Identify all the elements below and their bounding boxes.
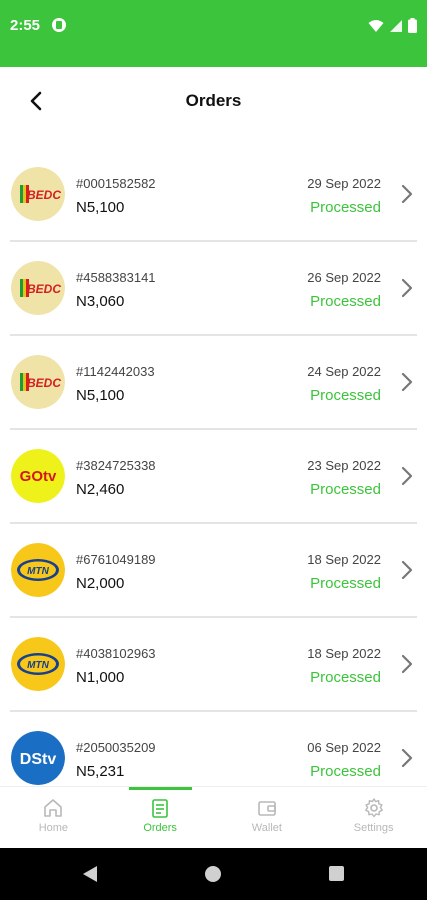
bedc-logo-icon: BEDC — [11, 355, 65, 409]
orders-icon — [152, 799, 168, 818]
order-id: #4038102963 — [76, 646, 156, 661]
nav-label: Orders — [143, 822, 177, 834]
order-id: #0001582582 — [76, 176, 156, 191]
battery-icon — [408, 18, 417, 33]
order-id: #4588383141 — [76, 270, 156, 285]
settings-icon — [364, 798, 383, 818]
chevron-right-icon — [401, 748, 413, 768]
order-amount: N1,000 — [76, 669, 125, 686]
nav-label: Home — [38, 822, 69, 834]
order-amount: N5,231 — [76, 763, 125, 780]
nav-label: Settings — [353, 822, 394, 834]
order-row[interactable]: BEDC #0001582582 N5,100 29 Sep 2022 Proc… — [10, 148, 417, 242]
gotv-logo-icon: GOtv — [11, 449, 65, 503]
order-row[interactable]: MTN #6761049189 N2,000 18 Sep 2022 Proce… — [10, 524, 417, 618]
order-date: 26 Sep 2022 — [307, 270, 381, 285]
order-date: 29 Sep 2022 — [307, 176, 381, 191]
signal-icon — [390, 19, 402, 32]
svg-text:MTN: MTN — [27, 660, 49, 671]
system-nav-bar — [0, 848, 427, 900]
bedc-logo-icon: BEDC — [11, 261, 65, 315]
system-back-icon[interactable] — [82, 865, 98, 883]
order-row[interactable]: DStv #2050035209 N5,231 06 Sep 2022 Proc… — [10, 712, 417, 786]
order-list: BEDC #0001582582 N5,100 29 Sep 2022 Proc… — [0, 148, 427, 786]
order-status: Processed — [310, 669, 381, 686]
order-id: #6761049189 — [76, 552, 156, 567]
order-status: Processed — [310, 481, 381, 498]
order-row[interactable]: BEDC #1142442033 N5,100 24 Sep 2022 Proc… — [10, 336, 417, 430]
order-status: Processed — [310, 199, 381, 216]
nav-item-orders[interactable]: Orders — [107, 787, 214, 848]
svg-text:BEDC: BEDC — [27, 376, 61, 390]
system-recents-icon[interactable] — [329, 866, 344, 881]
order-date: 24 Sep 2022 — [307, 364, 381, 379]
order-row[interactable]: GOtv #3824725338 N2,460 23 Sep 2022 Proc… — [10, 430, 417, 524]
bottom-nav: Home Orders Wallet Settings — [0, 786, 427, 848]
page-title: Orders — [185, 91, 242, 110]
order-amount: N2,000 — [76, 575, 125, 592]
nav-label: Wallet — [251, 822, 282, 834]
mtn-logo-icon: MTN — [11, 637, 65, 691]
home-icon — [44, 799, 63, 817]
svg-text:MTN: MTN — [27, 566, 49, 577]
app-header: Orders — [0, 67, 427, 137]
order-status: Processed — [310, 293, 381, 310]
nav-item-wallet[interactable]: Wallet — [214, 787, 321, 848]
status-bar: 2:55 — [0, 0, 427, 67]
order-date: 23 Sep 2022 — [307, 458, 381, 473]
dstv-logo-icon: DStv — [11, 731, 65, 785]
order-date: 18 Sep 2022 — [307, 552, 381, 567]
svg-text:BEDC: BEDC — [27, 282, 61, 296]
order-status: Processed — [310, 387, 381, 404]
order-amount: N2,460 — [76, 481, 125, 498]
status-indicators — [368, 18, 417, 33]
nav-item-settings[interactable]: Settings — [320, 787, 427, 848]
svg-text:BEDC: BEDC — [27, 188, 61, 202]
order-row[interactable]: MTN #4038102963 N1,000 18 Sep 2022 Proce… — [10, 618, 417, 712]
app-notification-icon — [52, 18, 66, 32]
order-id: #1142442033 — [76, 364, 155, 379]
order-amount: N5,100 — [76, 199, 125, 216]
mtn-logo-icon: MTN — [11, 543, 65, 597]
order-row[interactable]: BEDC #4588383141 N3,060 26 Sep 2022 Proc… — [10, 242, 417, 336]
chevron-right-icon — [401, 372, 413, 392]
svg-text:GOtv: GOtv — [20, 468, 57, 485]
order-amount: N5,100 — [76, 387, 125, 404]
order-date: 18 Sep 2022 — [307, 646, 381, 661]
wifi-icon — [368, 19, 384, 32]
system-home-icon[interactable] — [205, 866, 221, 882]
chevron-right-icon — [401, 278, 413, 298]
chevron-right-icon — [401, 466, 413, 486]
bedc-logo-icon: BEDC — [11, 167, 65, 221]
status-time: 2:55 — [10, 17, 41, 34]
order-status: Processed — [310, 575, 381, 592]
order-id: #2050035209 — [76, 740, 156, 755]
order-status: Processed — [310, 763, 381, 780]
chevron-right-icon — [401, 654, 413, 674]
wallet-icon — [258, 801, 276, 816]
order-amount: N3,060 — [76, 293, 125, 310]
nav-item-home[interactable]: Home — [0, 787, 107, 848]
order-id: #3824725338 — [76, 458, 156, 473]
order-date: 06 Sep 2022 — [307, 740, 381, 755]
svg-text:DStv: DStv — [20, 751, 57, 768]
chevron-right-icon — [401, 184, 413, 204]
chevron-right-icon — [401, 560, 413, 580]
